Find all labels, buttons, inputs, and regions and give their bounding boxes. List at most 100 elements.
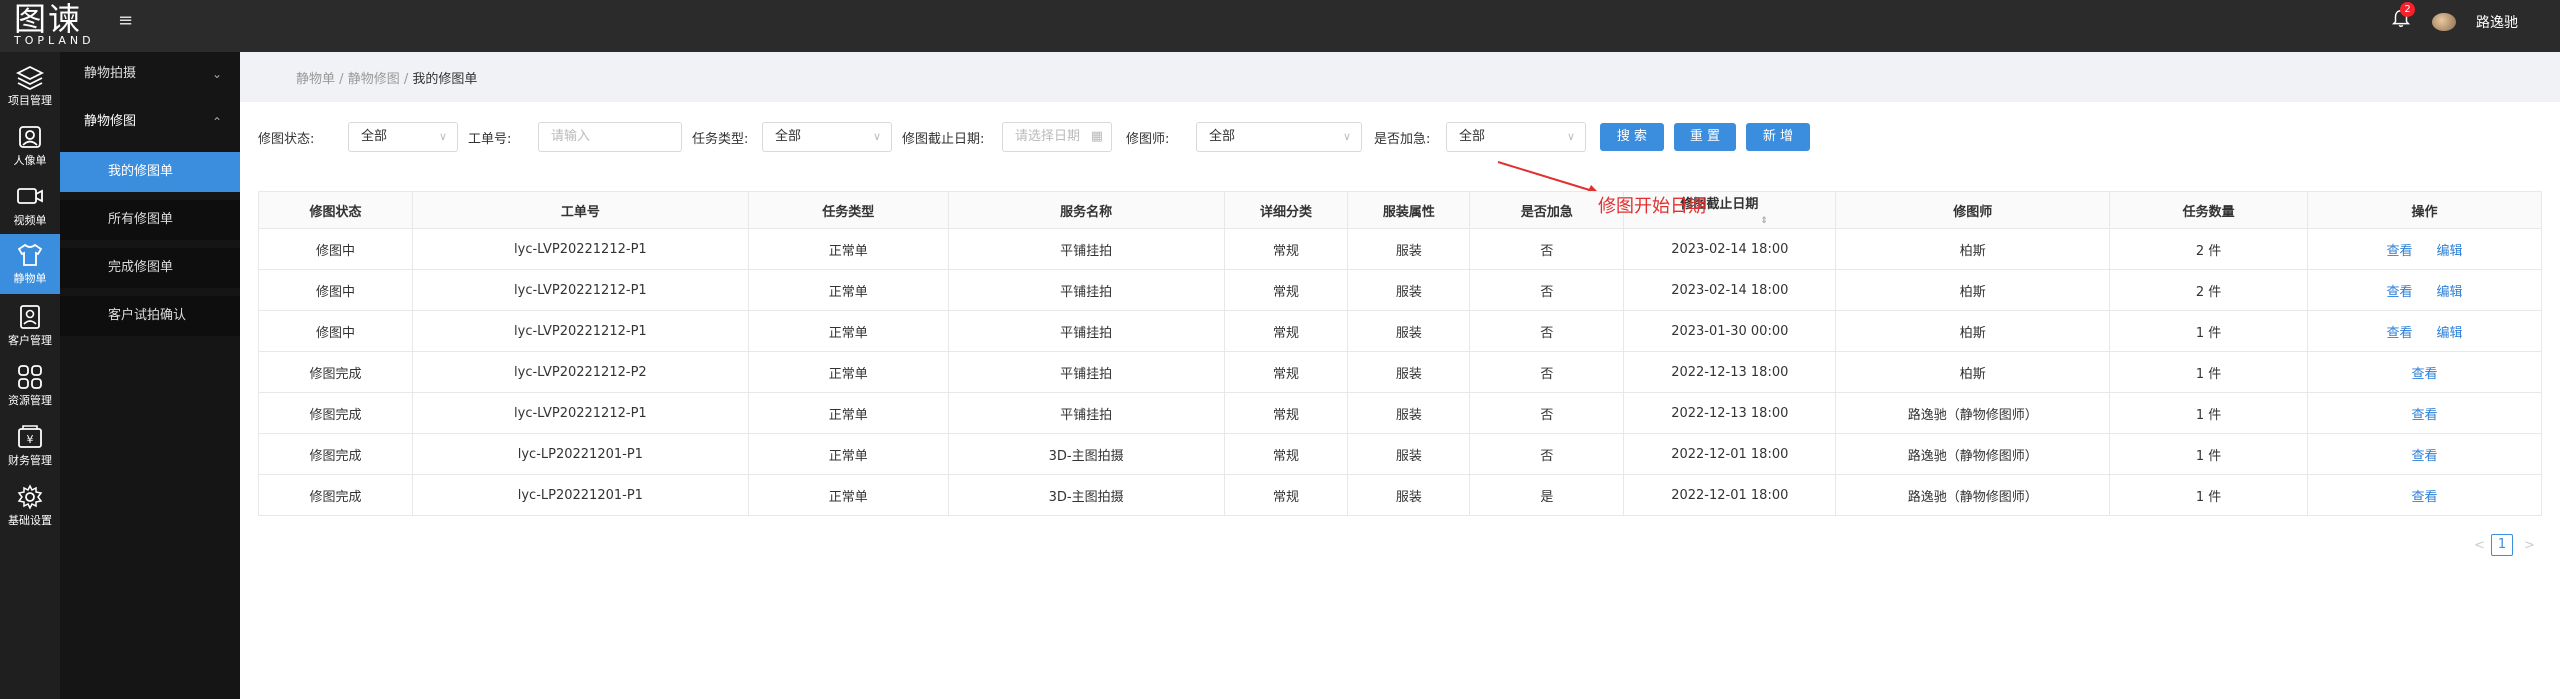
logo-cn: 图谏	[14, 0, 83, 38]
cell-urgent: 否	[1469, 310, 1625, 352]
cell-type: 正常单	[747, 392, 949, 434]
cell-urgent: 否	[1469, 228, 1625, 270]
cell-retoucher: 柏斯	[1835, 351, 2111, 393]
view-link[interactable]: 查看	[2412, 449, 2438, 464]
breadcrumb-separator: /	[403, 72, 409, 87]
view-link[interactable]: 查看	[2412, 367, 2438, 382]
cell-urgent: 否	[1469, 269, 1625, 311]
sidebar-label: 客户管理	[8, 334, 52, 347]
cell-type: 正常单	[747, 433, 949, 475]
cell-category: 常规	[1223, 269, 1349, 311]
table-row: 修图中 lyc-LVP20221212-P1 正常单 平铺挂拍 常规 服装否 2023-02…	[258, 269, 2542, 311]
cell-deadline: 2023-02-14 18:00	[1623, 228, 1837, 270]
table-row: 修图中 lyc-LVP20221212-P1 正常单 平铺挂拍 常规 服装否 2023-01…	[258, 310, 2542, 352]
deadline-label: 修图截止日期:	[902, 132, 985, 147]
view-link[interactable]: 查看	[2387, 244, 2413, 259]
cell-attr: 服装	[1347, 351, 1471, 393]
cell-service: 平铺挂拍	[947, 392, 1225, 434]
task-type-select[interactable]: 全部 ∨	[762, 122, 892, 152]
sidebar-item-video[interactable]: 视频单	[0, 176, 60, 234]
prev-page-button[interactable]: <	[2474, 538, 2485, 553]
cell-status: 修图完成	[258, 392, 413, 434]
sidebar-label: 资源管理	[8, 394, 52, 407]
status-select-value: 全部	[361, 129, 388, 144]
breadcrumb-link[interactable]: 静物单	[296, 72, 335, 87]
cell-status: 修图中	[258, 228, 413, 270]
table-row: 修图完成 lyc-LP20221201-P1 正常单 3D-主图拍摄 常规 服装否 2022…	[258, 433, 2542, 475]
view-link[interactable]: 查看	[2387, 285, 2413, 300]
cell-order: lyc-LP20221201-P1	[411, 433, 749, 475]
cell-type: 正常单	[747, 310, 949, 352]
submenu-group-still-shoot[interactable]: 静物拍摄 ⌄	[60, 52, 240, 96]
chevron-down-icon: ∨	[872, 130, 881, 143]
cell-type: 正常单	[747, 228, 949, 270]
cell-retoucher: 路逸驰（静物修图师）	[1835, 433, 2111, 475]
sidebar-item-portrait[interactable]: 人像单	[0, 116, 60, 174]
cell-order: lyc-LVP20221212-P1	[411, 392, 749, 434]
breadcrumb: 静物单 / 静物修图 / 我的修图单	[296, 68, 477, 87]
cell-attr: 服装	[1347, 392, 1471, 434]
cell-attr: 服装	[1347, 474, 1471, 516]
cell-attr: 服装	[1347, 310, 1471, 352]
column-header: 服装属性	[1347, 191, 1471, 229]
sidebar-item-finance[interactable]: ¥ 财务管理	[0, 416, 60, 474]
retoucher-select[interactable]: 全部 ∨	[1196, 122, 1362, 152]
retouch-table: 修图状态 工单号 任务类型 服务名称 详细分类 服装属性 是否加急 修图截止日期…	[258, 191, 2542, 516]
menu-toggle-icon[interactable]: ≡	[118, 12, 136, 30]
next-page-button[interactable]: >	[2524, 538, 2535, 553]
edit-link[interactable]: 编辑	[2437, 285, 2463, 300]
username[interactable]: 路逸驰	[2476, 12, 2518, 32]
submenu-item-done-retouch[interactable]: 完成修图单	[60, 248, 240, 288]
urgent-select[interactable]: 全部 ∨	[1446, 122, 1586, 152]
column-header: 任务类型	[747, 191, 949, 229]
task-type-select-value: 全部	[775, 129, 802, 144]
cell-actions: 查看	[2307, 474, 2542, 516]
sidebar-item-settings[interactable]: 基础设置	[0, 476, 60, 534]
status-select[interactable]: 全部 ∨	[348, 122, 458, 152]
view-link[interactable]: 查看	[2412, 408, 2438, 423]
urgent-label: 是否加急:	[1374, 132, 1431, 147]
view-link[interactable]: 查看	[2387, 326, 2413, 341]
main-sidebar: 项目管理 人像单 视频单 静物单 客户管理 资源管理 ¥ 财务管理 基础设置	[0, 52, 60, 699]
chevron-down-icon: ∨	[438, 130, 447, 143]
submenu-item-trial-confirm[interactable]: 客户试拍确认	[60, 296, 240, 336]
edit-link[interactable]: 编辑	[2437, 244, 2463, 259]
add-button[interactable]: 新 增	[1746, 123, 1810, 151]
page-number-current[interactable]: 1	[2491, 534, 2513, 556]
column-header: 操作	[2307, 191, 2542, 229]
cell-retoucher: 柏斯	[1835, 310, 2111, 352]
table-row: 修图中 lyc-LVP20221212-P1 正常单 平铺挂拍 常规 服装否 2023-02…	[258, 228, 2542, 270]
sidebar-item-projects[interactable]: 项目管理	[0, 56, 60, 114]
cell-retoucher: 路逸驰（静物修图师）	[1835, 392, 2111, 434]
deadline-placeholder: 请选择日期	[1015, 129, 1081, 144]
submenu-item-my-retouch[interactable]: 我的修图单	[60, 152, 240, 192]
order-no-input[interactable]: 请输入	[538, 122, 682, 152]
cell-status: 修图完成	[258, 351, 413, 393]
reset-button[interactable]: 重 置	[1674, 123, 1736, 151]
table-row: 修图完成 lyc-LVP20221212-P1 正常单 平铺挂拍 常规 服装否 2022-1…	[258, 392, 2542, 434]
view-link[interactable]: 查看	[2412, 490, 2438, 505]
sidebar-item-customers[interactable]: 客户管理	[0, 296, 60, 354]
breadcrumb-link[interactable]: 静物修图	[348, 72, 400, 87]
sort-icon[interactable]: ⇕	[1760, 216, 1768, 226]
submenu-group-label: 静物修图	[84, 114, 137, 129]
sidebar-item-resources[interactable]: 资源管理	[0, 356, 60, 414]
sidebar-item-still[interactable]: 静物单	[0, 234, 60, 294]
submenu-group-still-retouch[interactable]: 静物修图 ⌃	[60, 100, 240, 144]
sidebar-label: 基础设置	[8, 514, 52, 527]
cell-deadline: 2022-12-01 18:00	[1623, 474, 1837, 516]
submenu-item-all-retouch[interactable]: 所有修图单	[60, 200, 240, 240]
deadline-date-picker[interactable]: 请选择日期 ▦	[1002, 122, 1112, 152]
cell-retoucher: 路逸驰（静物修图师）	[1835, 474, 2111, 516]
search-button[interactable]: 搜 索	[1600, 123, 1664, 151]
notification-badge: 2	[2400, 2, 2415, 17]
cell-deadline: 2022-12-01 18:00	[1623, 433, 1837, 475]
svg-text:¥: ¥	[27, 433, 34, 446]
table-header-row: 修图状态 工单号 任务类型 服务名称 详细分类 服装属性 是否加急 修图截止日期…	[258, 191, 2542, 229]
cell-category: 常规	[1223, 433, 1349, 475]
avatar[interactable]	[2432, 13, 2456, 31]
cell-order: lyc-LVP20221212-P1	[411, 310, 749, 352]
urgent-select-value: 全部	[1459, 129, 1486, 144]
cell-qty: 1 件	[2109, 351, 2309, 393]
edit-link[interactable]: 编辑	[2437, 326, 2463, 341]
